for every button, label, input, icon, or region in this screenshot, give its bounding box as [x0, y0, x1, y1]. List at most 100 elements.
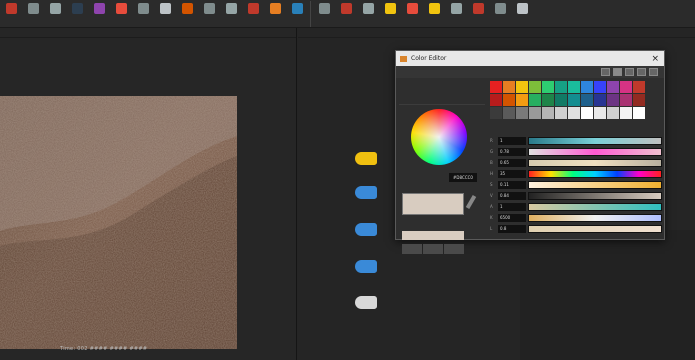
graph-node[interactable] [355, 223, 381, 236]
channel-slider[interactable] [528, 213, 662, 222]
toolbar-button[interactable] [198, 0, 220, 28]
graph-node[interactable] [355, 152, 381, 165]
color-swatch[interactable] [607, 94, 619, 106]
color-swatch[interactable] [581, 94, 593, 106]
color-swatch[interactable] [503, 107, 515, 119]
channel-slider[interactable] [528, 147, 662, 156]
color-swatch[interactable] [490, 94, 502, 106]
toolbar-button[interactable] [467, 0, 489, 28]
channel-value-input[interactable]: 1 [498, 202, 526, 211]
channel-value-input[interactable]: 0.65 [498, 158, 526, 167]
toolbar-button[interactable] [357, 0, 379, 28]
toolbar-button[interactable] [264, 0, 286, 28]
channel-value-input[interactable]: 6500 [498, 213, 526, 222]
color-swatch[interactable] [607, 107, 619, 119]
color-swatch[interactable] [490, 107, 502, 119]
color-swatch[interactable] [555, 107, 567, 119]
toolbar-button[interactable] [489, 0, 511, 28]
color-swatch[interactable] [516, 107, 528, 119]
toolbar-button[interactable] [242, 0, 264, 28]
color-swatch[interactable] [620, 94, 632, 106]
channel-value-input[interactable]: 0.84 [498, 191, 526, 200]
eyedropper-icon[interactable] [465, 194, 477, 210]
channel-value-input[interactable]: 0.8 [498, 224, 526, 233]
color-swatch[interactable] [503, 94, 515, 106]
toolbar-button[interactable] [335, 0, 357, 28]
toolbar-button[interactable] [445, 0, 467, 28]
toolbar-button[interactable] [286, 0, 308, 28]
channel-slider[interactable] [528, 169, 662, 178]
channel-slider[interactable] [528, 158, 662, 167]
color-swatch[interactable] [620, 81, 632, 93]
color-swatch[interactable] [542, 81, 554, 93]
color-swatch[interactable] [516, 81, 528, 93]
settings-icon[interactable] [649, 68, 658, 76]
channel-slider[interactable] [528, 202, 662, 211]
swatch-view-icon[interactable] [613, 68, 622, 76]
tool-icon [516, 3, 528, 14]
color-swatch[interactable] [568, 94, 580, 106]
toolbar-button[interactable] [66, 0, 88, 28]
channel-value-input[interactable]: 35 [498, 169, 526, 178]
toolbar-button[interactable] [379, 0, 401, 28]
close-icon[interactable]: × [651, 54, 659, 64]
color-swatch[interactable] [620, 107, 632, 119]
dialog-titlebar[interactable]: Color Editor × [396, 51, 664, 66]
color-swatch[interactable] [529, 81, 541, 93]
toolbar-button[interactable] [423, 0, 445, 28]
color-swatch[interactable] [607, 81, 619, 93]
color-swatch[interactable] [529, 107, 541, 119]
channel-slider[interactable] [528, 136, 662, 145]
toolbar-button[interactable] [511, 0, 533, 28]
toolbar-button[interactable] [132, 0, 154, 28]
hex-input[interactable]: #D8CCC0 [449, 173, 477, 182]
color-swatch[interactable] [542, 107, 554, 119]
channel-value-input[interactable]: 1 [498, 136, 526, 145]
grid-view-icon[interactable] [601, 68, 610, 76]
graph-node[interactable] [355, 296, 381, 309]
toolbar-button[interactable] [110, 0, 132, 28]
channel-slider[interactable] [528, 180, 662, 189]
mini-button[interactable] [423, 244, 443, 254]
toolbar-button[interactable] [154, 0, 176, 28]
palette-icon[interactable] [637, 68, 646, 76]
toolbar-button[interactable] [401, 0, 423, 28]
toolbar-button[interactable] [313, 0, 335, 28]
color-swatch[interactable] [594, 94, 606, 106]
toolbar-button[interactable] [0, 0, 22, 28]
color-swatch[interactable] [503, 81, 515, 93]
toolbar-button[interactable] [88, 0, 110, 28]
color-swatch[interactable] [529, 94, 541, 106]
color-swatch[interactable] [633, 94, 645, 106]
graph-node[interactable] [355, 260, 381, 273]
color-swatch[interactable] [633, 107, 645, 119]
color-swatch[interactable] [594, 81, 606, 93]
channel-value-input[interactable]: 0.11 [498, 180, 526, 189]
mini-button[interactable] [402, 244, 422, 254]
color-swatch[interactable] [633, 81, 645, 93]
color-swatch[interactable] [594, 107, 606, 119]
color-swatch[interactable] [555, 94, 567, 106]
mini-button[interactable] [444, 244, 464, 254]
color-swatch[interactable] [516, 94, 528, 106]
tool-icon [318, 3, 330, 14]
graph-node[interactable] [355, 186, 381, 199]
channel-value-input[interactable]: 0.78 [498, 147, 526, 156]
color-swatch[interactable] [542, 94, 554, 106]
color-swatch[interactable] [568, 107, 580, 119]
channel-label: K [490, 215, 493, 220]
viewer-image[interactable] [0, 96, 237, 349]
channel-slider[interactable] [528, 191, 662, 200]
color-swatch[interactable] [581, 81, 593, 93]
color-swatch[interactable] [581, 107, 593, 119]
toolbar-button[interactable] [44, 0, 66, 28]
toolbar-button[interactable] [22, 0, 44, 28]
color-wheel[interactable] [411, 109, 467, 165]
toolbar-button[interactable] [220, 0, 242, 28]
color-swatch[interactable] [555, 81, 567, 93]
channel-slider[interactable] [528, 224, 662, 233]
list-view-icon[interactable] [625, 68, 634, 76]
color-swatch[interactable] [568, 81, 580, 93]
color-swatch[interactable] [490, 81, 502, 93]
toolbar-button[interactable] [176, 0, 198, 28]
